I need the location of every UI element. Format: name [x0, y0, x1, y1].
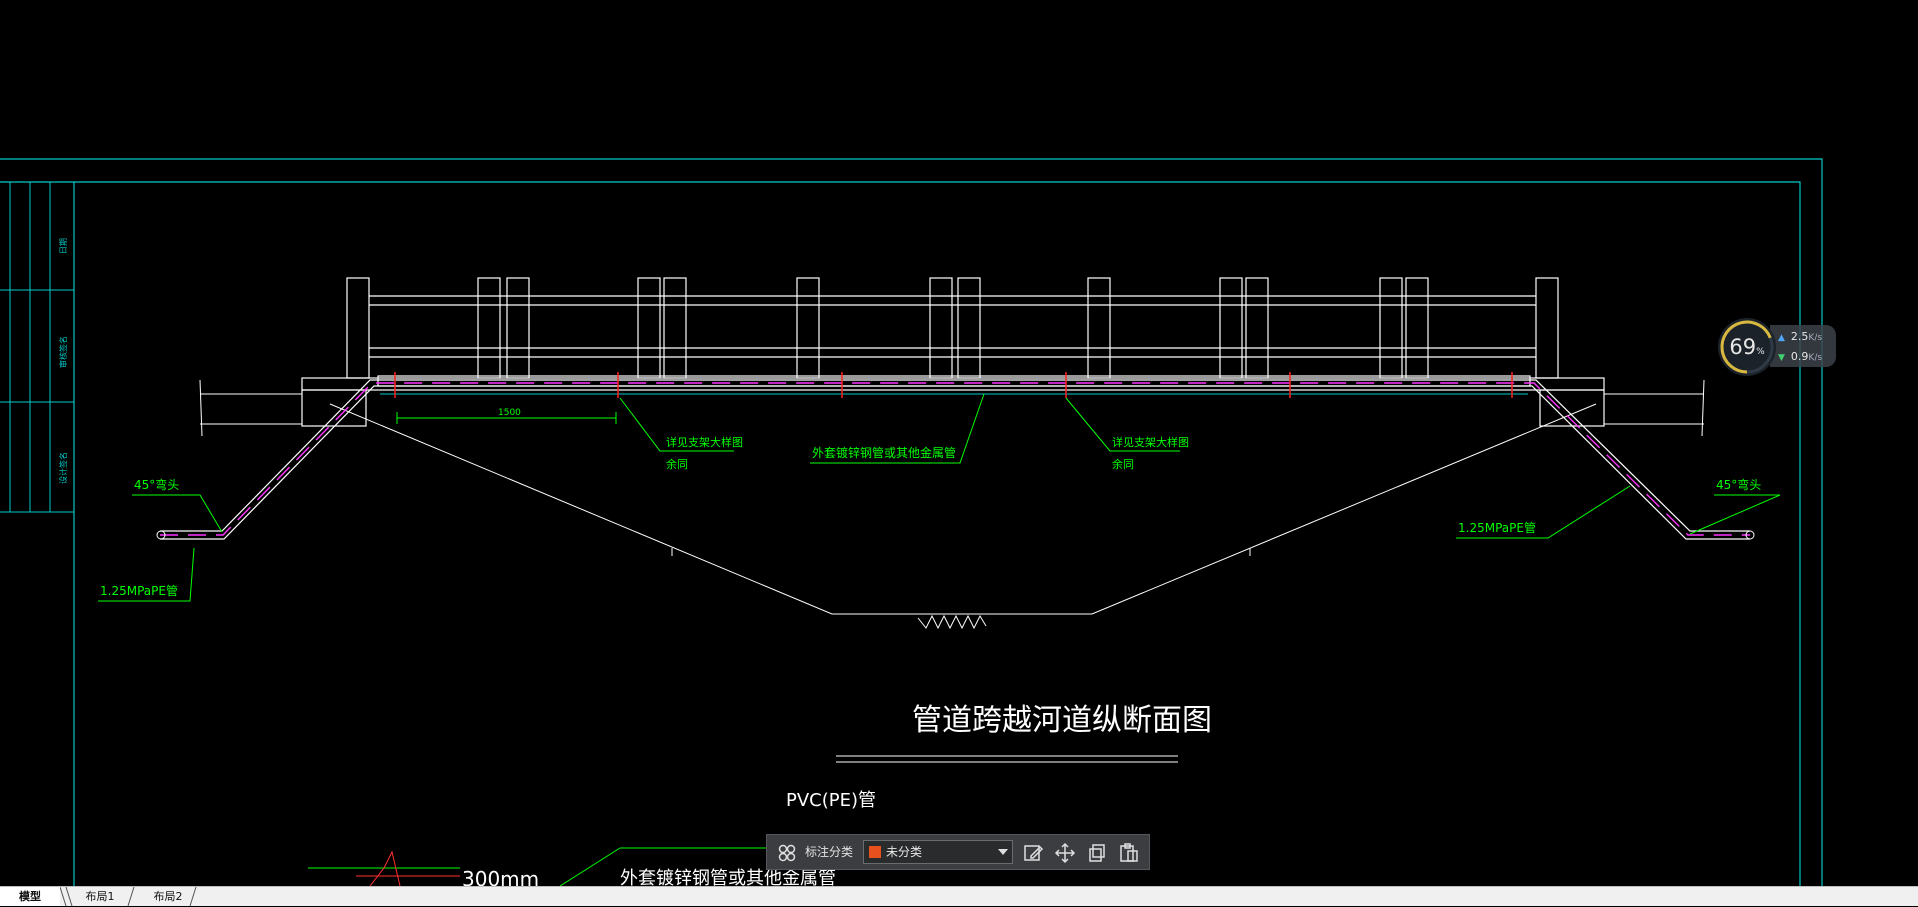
label-elbow-left: 45°弯头 [134, 477, 179, 492]
network-rates: ▲ 2.5K/s ▼ 0.9K/s [1770, 325, 1836, 367]
label-pvc: PVC(PE)管 [786, 790, 876, 811]
grid-apps-icon[interactable] [775, 841, 799, 865]
label-steel-sleeve-bottom: 外套镀锌钢管或其他金属管 [620, 868, 836, 886]
tab-layout2[interactable]: 布局2 [134, 887, 202, 906]
drawing-canvas[interactable]: 日期 审核签名 设计签名 1500 45°弯头 1.25MPaPE管 45°弯头… [0, 0, 1918, 886]
label-support-left-1: 详见支架大样图 [666, 435, 743, 449]
title-underline [836, 755, 1178, 763]
drawing-title: 管道跨越河道纵断面图 [912, 703, 1212, 738]
label-steel-sleeve: 外套镀锌钢管或其他金属管 [812, 445, 956, 460]
category-color-swatch [869, 846, 881, 858]
annotation-leaders [98, 393, 1781, 886]
download-rate: ▼ 0.9K/s [1778, 350, 1823, 363]
label-support-left-2: 余同 [666, 457, 688, 471]
chevron-down-icon [998, 849, 1008, 855]
edit-icon[interactable] [1021, 841, 1045, 865]
bridge-railing [301, 277, 1605, 427]
memory-gauge[interactable]: 69% [1718, 318, 1776, 376]
gauge-percent: 69% [1729, 335, 1765, 359]
label-300mm: 300mm [462, 867, 539, 886]
annotation-category-value: 未分类 [886, 845, 923, 859]
tab-model[interactable]: 模型 [0, 887, 60, 906]
upload-arrow-icon: ▲ [1778, 333, 1785, 343]
label-support-right-1: 详见支架大样图 [1112, 435, 1189, 449]
download-arrow-icon: ▼ [1778, 353, 1785, 363]
drawing-frame [0, 158, 1823, 886]
titleblock-review: 审核签名 [58, 336, 68, 368]
annotation-toolbar: 标注分类 未分类 [766, 834, 1150, 870]
titleblock-date: 日期 [59, 238, 68, 254]
copy-icon[interactable] [1085, 841, 1109, 865]
label-support-right-2: 余同 [1112, 457, 1134, 471]
annotation-category-select[interactable]: 未分类 [863, 840, 1013, 864]
move-icon[interactable] [1053, 841, 1077, 865]
titleblock-design: 设计签名 [58, 452, 68, 484]
embankments [199, 379, 1705, 630]
paste-icon[interactable] [1117, 841, 1141, 865]
label-pe-left: 1.25MPaPE管 [100, 583, 178, 598]
tab-layout1[interactable]: 布局1 [66, 887, 134, 906]
layout-tab-bar: 模型 布局1 布局2 [0, 886, 1918, 907]
label-pe-right: 1.25MPaPE管 [1458, 520, 1536, 535]
dimension-text: 1500 [498, 408, 521, 418]
bottom-detail [356, 850, 460, 886]
label-elbow-right: 45°弯头 [1716, 477, 1761, 492]
upload-rate: ▲ 2.5K/s [1778, 330, 1823, 343]
annotation-category-label: 标注分类 [805, 845, 854, 859]
